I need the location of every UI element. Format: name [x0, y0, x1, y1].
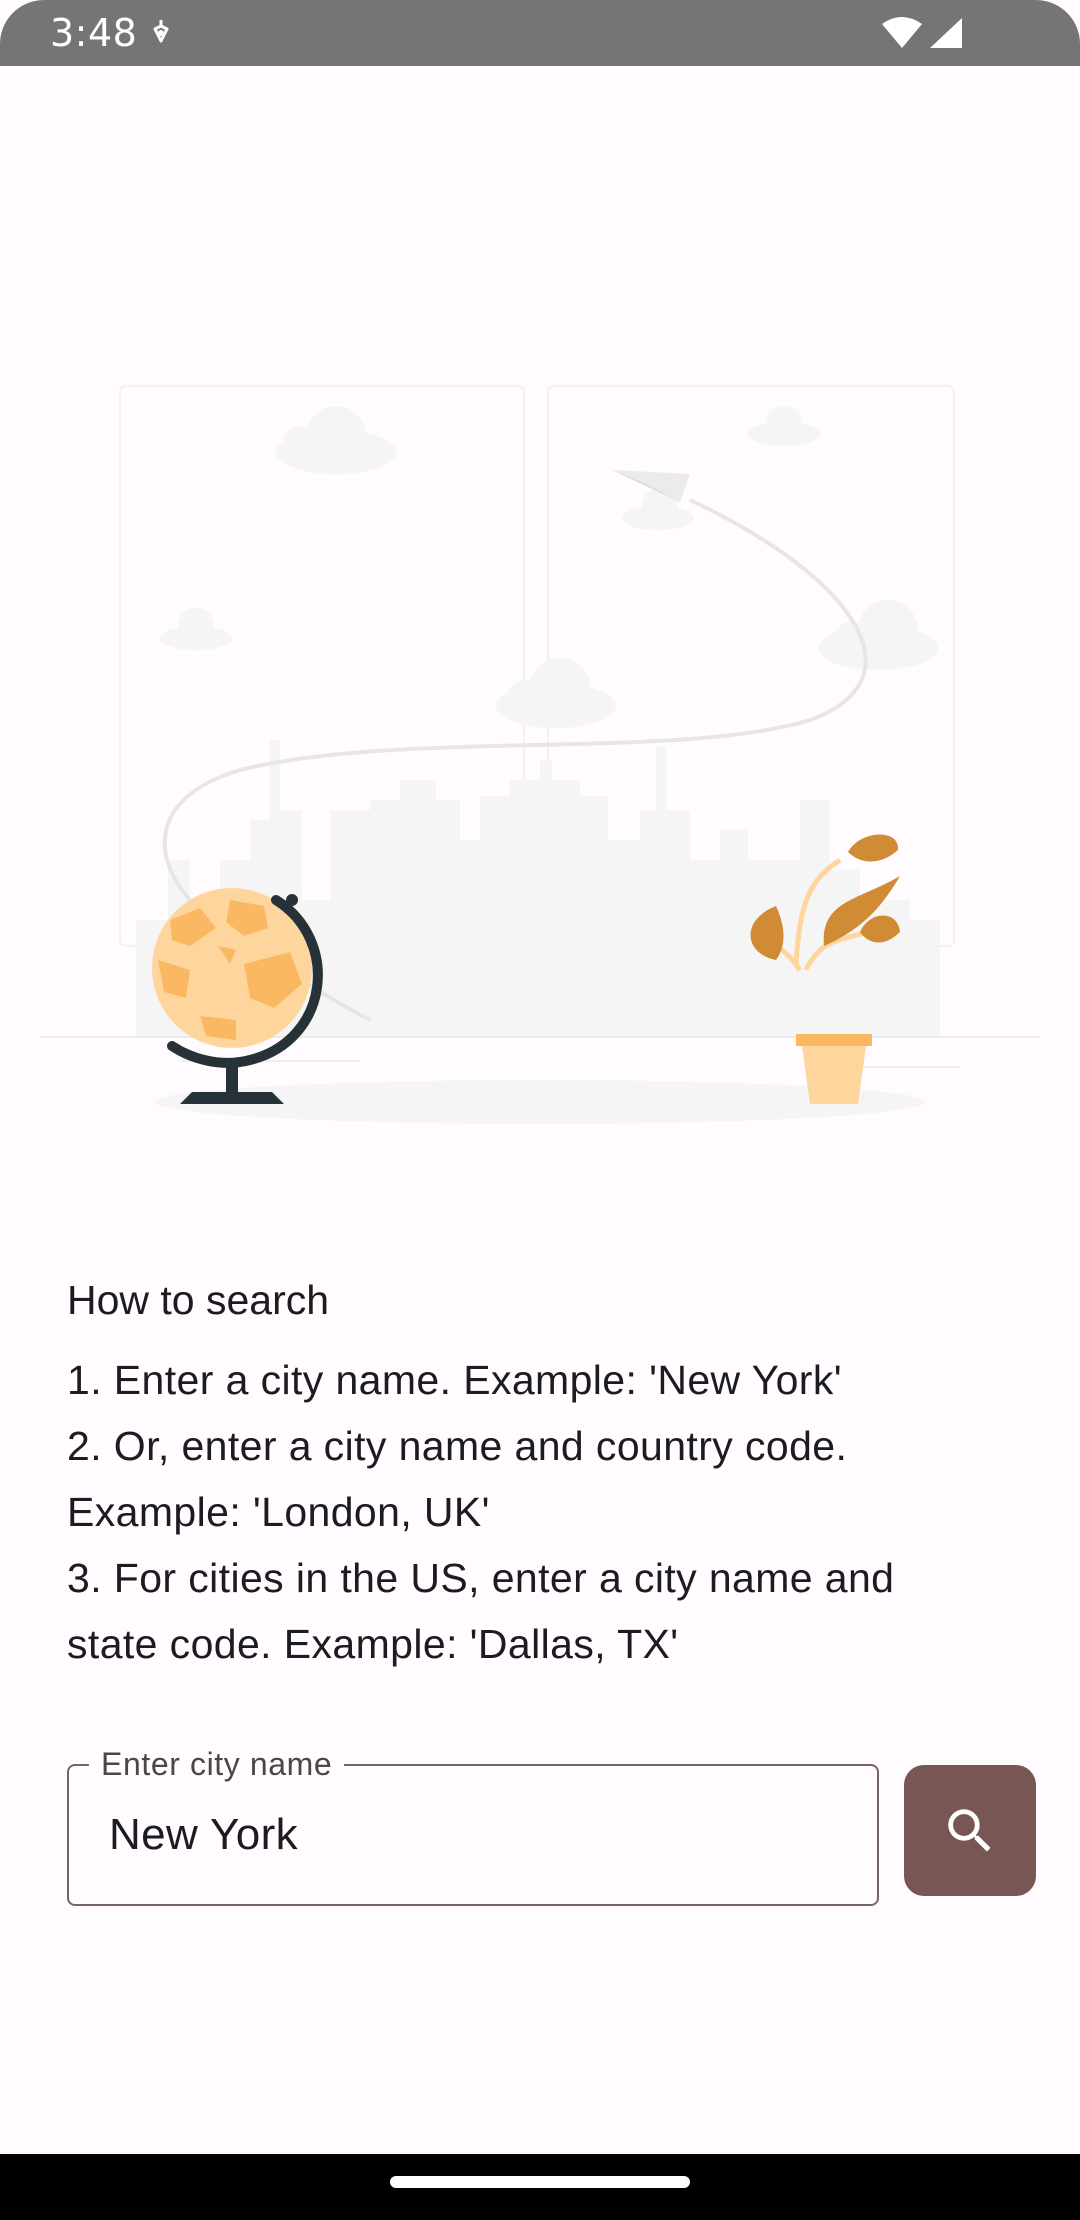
cloud-icon: [160, 608, 232, 650]
how-to-search-title: How to search: [67, 1277, 330, 1323]
cloud-icon: [818, 600, 938, 670]
instruction-line-2: 2. Or, enter a city name and country cod…: [67, 1423, 848, 1469]
weather-search-screen: 3:48 How to search 1. Enter a city name.…: [0, 0, 1080, 2220]
city-name-field[interactable]: Enter city name: [67, 1744, 879, 1906]
status-time: 3:48: [50, 11, 138, 55]
notification-icon: [153, 20, 169, 43]
cloud-icon: [276, 406, 396, 474]
instruction-line-5: state code. Example: 'Dallas, TX': [67, 1621, 679, 1667]
navigation-bar: [0, 2154, 1080, 2220]
cloud-icon: [496, 658, 616, 728]
cell-signal-icon: [930, 18, 962, 48]
cloud-icon: [622, 488, 694, 530]
city-globe-illustration: [40, 385, 1040, 1124]
wifi-icon: [882, 17, 922, 48]
instruction-line-1: 1. Enter a city name. Example: 'New York…: [67, 1357, 842, 1403]
instruction-line-4: 3. For cities in the US, enter a city na…: [67, 1555, 895, 1601]
search-icon: [948, 1808, 991, 1852]
instruction-line-3: Example: 'London, UK': [67, 1489, 490, 1535]
status-bar: 3:48: [0, 0, 1080, 66]
home-gesture-handle[interactable]: [390, 2176, 690, 2188]
search-button[interactable]: [904, 1765, 1036, 1896]
globe-icon: [152, 888, 323, 1104]
cloud-icon: [748, 406, 820, 446]
city-name-input[interactable]: [109, 1802, 849, 1868]
city-name-label: Enter city name: [89, 1744, 345, 1784]
